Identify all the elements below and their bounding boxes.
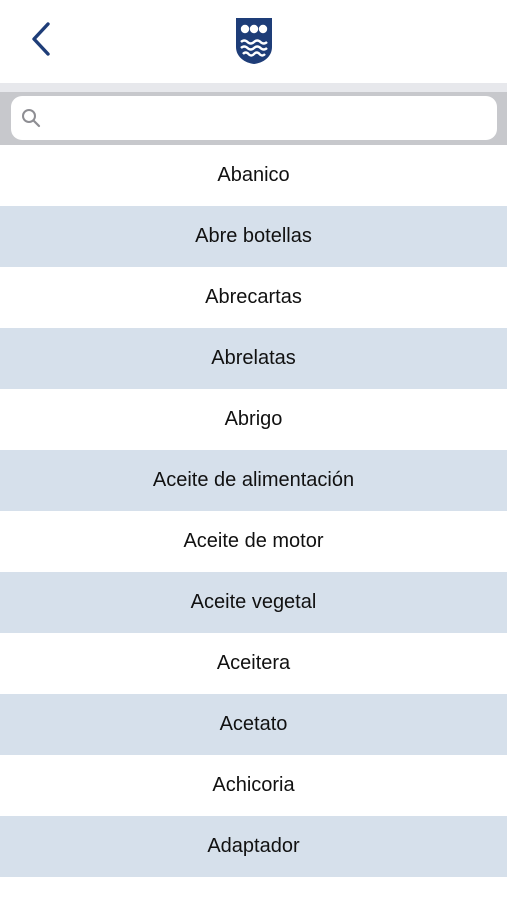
list-item[interactable]: Achicoria bbox=[0, 755, 507, 816]
list-item[interactable]: Abre botellas bbox=[0, 206, 507, 267]
item-list: Abanico Abre botellas Abrecartas Abrelat… bbox=[0, 145, 507, 877]
list-item[interactable]: Aceitera bbox=[0, 633, 507, 694]
search-icon bbox=[20, 107, 42, 129]
back-button[interactable] bbox=[18, 18, 64, 64]
list-item[interactable]: Aceite de alimentación bbox=[0, 450, 507, 511]
app-screen: Abanico Abre botellas Abrecartas Abrelat… bbox=[0, 0, 507, 900]
list-item[interactable]: Abrelatas bbox=[0, 328, 507, 389]
coat-of-arms-icon bbox=[235, 17, 273, 65]
list-item[interactable]: Abrecartas bbox=[0, 267, 507, 328]
list-item[interactable]: Aceite de motor bbox=[0, 511, 507, 572]
navigation-bar bbox=[0, 0, 507, 83]
list-item[interactable]: Acetato bbox=[0, 694, 507, 755]
search-field[interactable] bbox=[11, 96, 497, 140]
list-item[interactable]: Abanico bbox=[0, 145, 507, 206]
chevron-left-icon bbox=[29, 21, 53, 62]
list-item[interactable]: Aceite vegetal bbox=[0, 572, 507, 633]
search-bar bbox=[0, 83, 507, 145]
list-item[interactable]: Adaptador bbox=[0, 816, 507, 877]
search-input[interactable] bbox=[42, 96, 497, 140]
list-item[interactable]: Abrigo bbox=[0, 389, 507, 450]
